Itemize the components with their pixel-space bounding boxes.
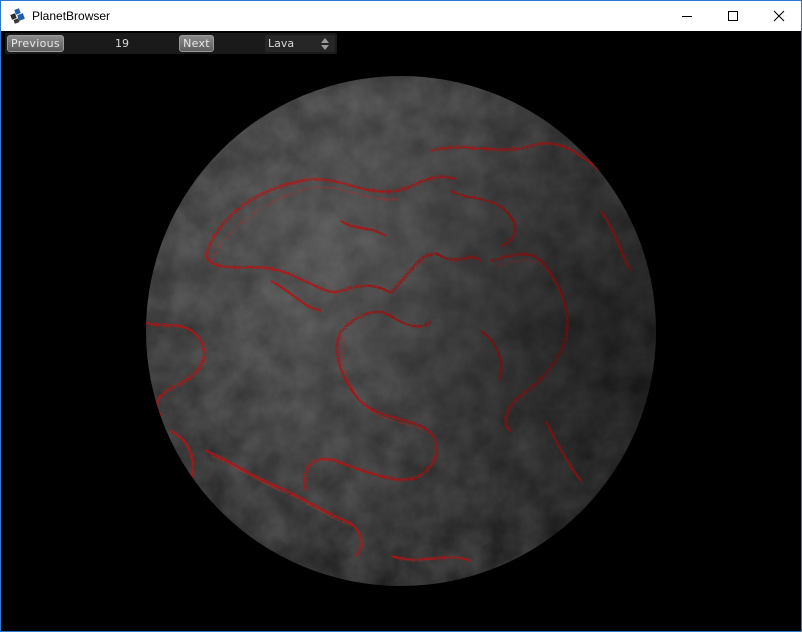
planet-type-selected: Lava [268,37,295,50]
minimize-button[interactable] [664,1,710,31]
maximize-button[interactable] [710,1,756,31]
close-icon [773,10,785,22]
planet-toolbar: Previous 19 Next Lava [5,33,337,54]
maximize-icon [728,11,738,21]
previous-button[interactable]: Previous [7,35,64,52]
planet-browser-app-icon [10,8,25,24]
planet-viewport[interactable]: Previous 19 Next Lava [1,31,801,631]
title-bar[interactable]: PlanetBrowser [1,1,801,31]
next-button[interactable]: Next [179,35,214,52]
planet-index-value: 19 [115,37,129,50]
planet-type-select[interactable]: Lava [265,35,335,52]
minimize-icon [682,16,692,17]
window-title: PlanetBrowser [32,9,111,23]
close-button[interactable] [756,1,801,31]
up-down-arrows-icon [321,38,329,50]
planet-render [146,76,656,586]
app-window: PlanetBrowser Previous 19 Next Lava [0,0,802,632]
